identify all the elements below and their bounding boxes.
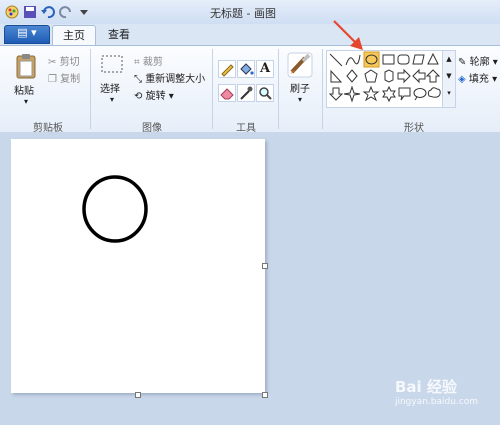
resize-handle-right[interactable] [262,263,268,269]
fill-tool[interactable] [237,60,255,78]
diamond-shape-icon [346,69,358,83]
triangle-shape-icon [427,52,439,65]
resize-icon: ⤡ [134,74,142,85]
fill-label: 填充 [468,74,489,85]
right-triangle-shape-icon [330,69,343,83]
brushes-button[interactable]: 刷子 ▾ [285,52,315,104]
paste-label: 粘贴 [14,86,34,97]
cut-button[interactable]: ✂ 剪切 [48,53,80,68]
drawing-canvas[interactable] [11,139,265,393]
copy-button[interactable]: ❐ 复制 [48,70,80,85]
fill-button[interactable]: ◈ 填充 ▾ [458,70,497,85]
chevron-down-icon: ▾ [168,91,174,102]
chevron-down-icon: ▾ [492,74,498,85]
chevron-down-icon: ▾ [23,97,28,106]
select-label: 选择 [100,84,120,95]
magnifier-icon [259,87,272,100]
window-title: 无标题 - 画图 [210,7,276,20]
eraser-icon [220,88,234,100]
watermark-brand: Bai 经验 [394,378,457,396]
down-arrow-shape-icon [328,87,344,101]
four-point-star-shape-icon [343,85,361,103]
magnifier-tool[interactable] [256,84,274,102]
shapes-gallery-icons[interactable] [327,51,443,107]
five-point-star-shape-icon [362,85,380,102]
fill-bucket-icon: ◈ [458,74,466,85]
cloud-callout-shape-icon [427,87,441,98]
resize-handle-bottom[interactable] [135,392,141,398]
save-icon[interactable] [22,4,38,20]
rotate-icon: ⟲ [134,91,143,102]
watermark: Bai 经验 jingyan.baidu.com [395,376,478,407]
right-arrow-shape-icon [397,68,411,84]
outline-label: 轮廓 [469,57,490,68]
eyedropper-icon [240,86,253,100]
rectangle-shape-icon [382,54,395,65]
gallery-expand-icon[interactable]: ▾ [443,85,455,102]
up-arrow-shape-icon [425,69,441,83]
brush-icon [287,52,315,78]
curve-shape-icon [345,54,361,66]
tab-view[interactable]: 查看 [98,25,140,45]
chevron-down-icon: ▾ [109,95,114,104]
rounded-callout-shape-icon [398,87,411,101]
cut-label: 剪切 [59,57,80,68]
drawn-circle [82,175,148,243]
text-tool[interactable]: A [256,60,274,78]
paint-menu-button[interactable]: ▤ ▾ [4,25,50,44]
scroll-up-icon[interactable]: ▲ [443,51,455,68]
outline-button[interactable]: ✎ 轮廓 ▾ [458,53,498,68]
paint-app-icon[interactable] [4,4,20,20]
hexagon-shape-icon [384,69,394,83]
polygon-shape-icon [412,54,425,65]
oval-callout-shape-icon [413,88,427,101]
crop-button[interactable]: ⌗ 裁剪 [134,53,163,68]
resize-label: 重新调整大小 [145,74,206,85]
clipboard-icon [14,52,38,80]
paint-bucket-icon [240,63,254,75]
scroll-down-icon[interactable]: ▼ [443,68,455,85]
text-a-icon: A [259,61,271,76]
divider [322,49,323,129]
title-bar: 无标题 - 画图 [0,0,500,25]
divider [212,49,213,129]
selection-rectangle-icon [100,54,124,76]
select-button[interactable]: 选择 ▾ [100,54,124,104]
watermark-url: jingyan.baidu.com [394,397,478,407]
copy-label: 复制 [60,74,81,85]
shapes-gallery-scroll[interactable]: ▲ ▼ ▾ [442,50,456,108]
color-picker-tool[interactable] [237,84,255,102]
brushes-label: 刷子 [290,84,310,95]
shapes-gallery [326,50,444,108]
pencil-tool[interactable] [218,60,236,78]
copy-icon: ❐ [48,74,57,85]
left-arrow-shape-icon [412,68,426,84]
undo-icon[interactable] [40,4,56,20]
paste-button[interactable]: 粘贴 ▾ [14,52,38,106]
pencil-icon [221,64,234,77]
scissors-icon: ✂ [48,57,57,68]
chevron-down-icon: ▾ [492,57,498,68]
resize-handle-corner[interactable] [262,392,268,398]
annotation-arrow-icon [330,18,370,54]
chevron-down-icon: ▾ [297,95,302,104]
crop-label: 裁剪 [142,57,163,68]
line-shape-icon [329,53,343,67]
pentagon-shape-icon [364,69,378,83]
rotate-button[interactable]: ⟲ 旋转 ▾ [134,87,174,102]
divider [278,49,279,129]
oval-shape-icon-selected [363,51,380,68]
six-point-star-shape-icon [382,85,396,103]
customize-toolbar-icon[interactable] [76,4,92,20]
divider [90,49,91,129]
tab-home[interactable]: 主页 [52,25,96,46]
crop-icon: ⌗ [134,57,140,68]
outline-pen-icon: ✎ [458,57,467,68]
rotate-label: 旋转 [145,91,166,102]
eraser-tool[interactable] [218,84,236,102]
redo-icon[interactable] [58,4,74,20]
rounded-rectangle-shape-icon [397,54,410,65]
resize-button[interactable]: ⤡ 重新调整大小 [134,70,205,85]
